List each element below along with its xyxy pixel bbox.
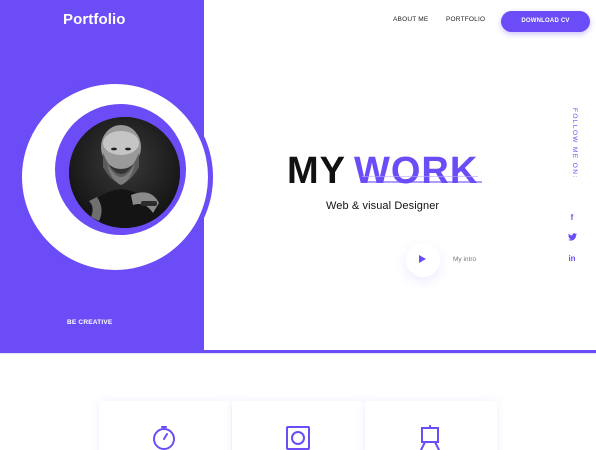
portrait-photo: [69, 117, 180, 228]
title-part-my: MY: [287, 150, 346, 192]
play-icon[interactable]: [419, 255, 426, 263]
title-part-work: WORK: [354, 150, 479, 192]
site-logo[interactable]: Portfolio: [63, 11, 126, 28]
intro-label[interactable]: My intro: [453, 256, 476, 263]
section-divider: [0, 353, 596, 354]
twitter-icon[interactable]: [566, 233, 578, 243]
page-title: MY WORK: [287, 150, 478, 194]
linkedin-icon[interactable]: in: [566, 254, 578, 264]
easel-icon: [420, 425, 440, 450]
page-subtitle: Web & visual Designer: [326, 200, 440, 212]
title-strike-line-light: [362, 176, 478, 177]
nav-about-me[interactable]: ABOUT ME: [393, 16, 428, 23]
tagline: BE CREATIVE: [67, 319, 113, 326]
nav-portfolio[interactable]: PORTFOLIO: [446, 16, 485, 23]
profile-avatar: [69, 117, 180, 228]
timer-icon: [153, 426, 175, 450]
frame-icon: [286, 426, 310, 450]
follow-me-label: FOLLOW ME ON:: [571, 108, 578, 179]
twitter-bird-shape: [567, 233, 577, 241]
facebook-icon[interactable]: f: [566, 213, 578, 223]
title-strike-line: [362, 181, 482, 183]
download-cv-button[interactable]: DOWNLOAD CV: [501, 11, 590, 32]
